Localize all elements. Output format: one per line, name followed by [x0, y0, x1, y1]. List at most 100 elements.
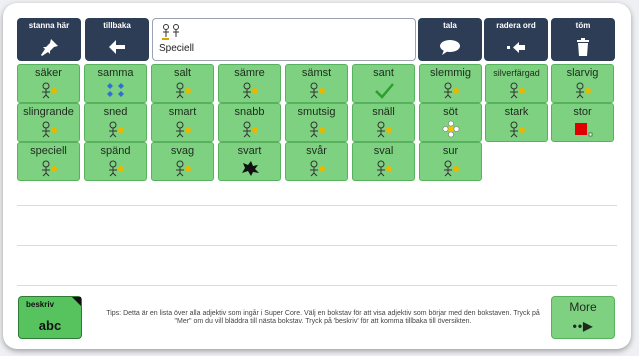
- word-cell[interactable]: söt: [419, 103, 482, 142]
- dirty-symbol-icon: [309, 121, 325, 138]
- delete-word-button[interactable]: radera ord: [484, 18, 548, 61]
- worse-symbol-icon: [242, 82, 258, 99]
- word-cell[interactable]: sämst: [285, 64, 348, 103]
- arrow-left-icon: [85, 37, 149, 57]
- difficult-symbol-icon: [309, 160, 325, 177]
- delete-word-label: radera ord: [496, 21, 536, 30]
- dots-arrow-icon: ••▶: [572, 319, 594, 333]
- word-cell[interactable]: säker: [17, 64, 80, 103]
- cool-symbol-icon: [376, 160, 392, 177]
- aac-board: stanna här tillbaka Speciell tala radera…: [3, 3, 631, 349]
- word-label: sned: [103, 106, 128, 118]
- folder-corner: [72, 297, 81, 306]
- word-label: smutsig: [297, 106, 336, 118]
- trash-icon: [551, 37, 615, 57]
- word-label: snabb: [234, 106, 265, 118]
- word-label: sur: [442, 145, 459, 157]
- two-people-symbol-icon: [162, 24, 179, 40]
- word-label: speciell: [30, 145, 67, 157]
- empty-row-divider: [17, 285, 617, 286]
- abc-label: abc: [38, 318, 62, 333]
- word-cell[interactable]: slingrande: [17, 103, 80, 142]
- word-cell[interactable]: svår: [285, 142, 348, 181]
- word-cell[interactable]: stark: [485, 103, 548, 142]
- more-button[interactable]: More ••▶: [551, 296, 615, 339]
- more-label: More: [569, 300, 597, 314]
- word-label: slemmig: [430, 67, 471, 79]
- safe-symbol-icon: [41, 82, 57, 99]
- salt-symbol-icon: [175, 82, 191, 99]
- pin-button[interactable]: stanna här: [17, 18, 81, 61]
- clear-button[interactable]: töm: [551, 18, 615, 61]
- word-cell[interactable]: sval: [352, 142, 415, 181]
- word-cell[interactable]: slemmig: [419, 64, 482, 103]
- smart-symbol-icon: [175, 121, 191, 138]
- fast-symbol-icon: [242, 121, 258, 138]
- word-label: salt: [173, 67, 192, 79]
- speech-bubble-icon: [418, 37, 482, 57]
- word-label: sant: [373, 67, 394, 79]
- word-label: sämre: [234, 67, 265, 79]
- message-bar[interactable]: Speciell: [152, 18, 416, 61]
- word-label: smart: [168, 106, 197, 118]
- silver-symbol-icon: [509, 82, 525, 99]
- word-cell[interactable]: slarvig: [551, 64, 614, 103]
- black-blob-icon: [241, 161, 259, 176]
- word-cell[interactable]: svag: [151, 142, 214, 181]
- same-symbol-icon: [106, 83, 124, 97]
- word-cell[interactable]: svart: [218, 142, 281, 181]
- word-label: silverfärgad: [493, 68, 540, 78]
- flower-icon: [442, 120, 459, 138]
- word-label: svart: [237, 145, 262, 157]
- tips-text: Tips: Detta är en lista över alla adjekt…: [106, 310, 540, 325]
- word-label: slingrande: [23, 106, 74, 118]
- word-label: stor: [573, 106, 592, 118]
- word-cell[interactable]: snabb: [218, 103, 281, 142]
- crooked-symbol-icon: [108, 121, 124, 138]
- describe-abc-button[interactable]: beskriv abc: [18, 296, 82, 339]
- back-button[interactable]: tillbaka: [85, 18, 149, 61]
- kind-symbol-icon: [376, 121, 392, 138]
- empty-row-divider: [17, 245, 617, 246]
- big-square-icon: [574, 123, 592, 137]
- empty-row-divider: [17, 205, 617, 206]
- slimy-symbol-icon: [443, 82, 459, 99]
- word-cell[interactable]: snäll: [352, 103, 415, 142]
- word-label: söt: [443, 106, 458, 118]
- word-cell[interactable]: speciell: [17, 142, 80, 181]
- strong-symbol-icon: [509, 121, 525, 138]
- tense-symbol-icon: [108, 160, 124, 177]
- back-label: tillbaka: [103, 21, 131, 30]
- word-cell[interactable]: spänd: [84, 142, 147, 181]
- word-label: stark: [504, 106, 529, 118]
- word-cell[interactable]: silverfärgad: [485, 64, 548, 103]
- word-label: svår: [306, 145, 327, 157]
- word-cell[interactable]: stor: [551, 103, 614, 142]
- word-label: svag: [170, 145, 195, 157]
- word-cell[interactable]: sämre: [218, 64, 281, 103]
- word-cell[interactable]: sant: [352, 64, 415, 103]
- word-label: snäll: [372, 106, 395, 118]
- word-label: samma: [97, 67, 134, 79]
- worst-symbol-icon: [309, 82, 325, 99]
- word-cell[interactable]: sned: [84, 103, 147, 142]
- word-cell[interactable]: smart: [151, 103, 214, 142]
- sloppy-symbol-icon: [575, 82, 591, 99]
- speak-label: tala: [443, 21, 457, 30]
- winding-symbol-icon: [41, 121, 57, 138]
- word-cell[interactable]: salt: [151, 64, 214, 103]
- word-cell[interactable]: sur: [419, 142, 482, 181]
- weak-symbol-icon: [175, 160, 191, 177]
- checkmark-icon: [374, 83, 394, 99]
- message-text: Speciell: [159, 43, 195, 54]
- two-people-symbol-icon: [41, 160, 57, 177]
- word-label: sämst: [301, 67, 332, 79]
- word-cell[interactable]: smutsig: [285, 103, 348, 142]
- pin-label: stanna här: [28, 21, 70, 30]
- speak-button[interactable]: tala: [418, 18, 482, 61]
- word-label: sval: [373, 145, 394, 157]
- word-cell[interactable]: samma: [84, 64, 147, 103]
- word-label: slarvig: [566, 67, 599, 79]
- clear-label: töm: [575, 21, 591, 30]
- pin-icon: [17, 37, 81, 57]
